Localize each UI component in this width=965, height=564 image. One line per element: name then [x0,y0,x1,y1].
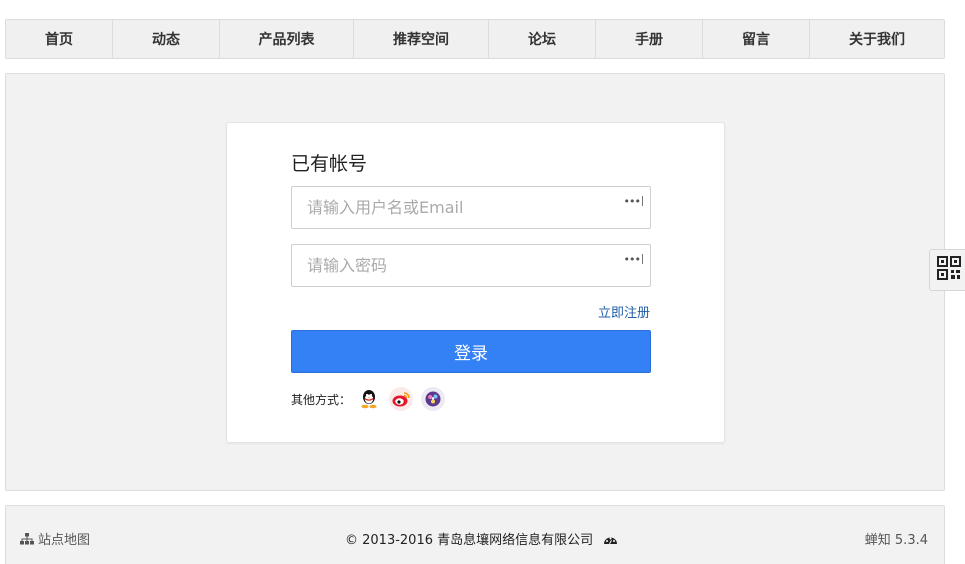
username-field: ••• [291,186,651,229]
password-manager-icon[interactable]: ••• [624,254,643,266]
nav-item-recommended[interactable]: 推荐空间 [354,20,489,58]
footer: 站点地图 © 2013-2016 青岛息壤网络信息有限公司 蝉知 5.3.4 [5,505,945,564]
main-panel: 已有帐号 ••• ••• 立即注册 登录 其他方式： [5,73,945,491]
nav-item-message[interactable]: 留言 [703,20,810,58]
third-party-icon[interactable] [421,387,446,411]
nav-item-home[interactable]: 首页 [6,20,113,58]
nav-item-about[interactable]: 关于我们 [810,20,944,58]
nav-item-news[interactable]: 动态 [113,20,220,58]
top-nav: 首页 动态 产品列表 推荐空间 论坛 手册 留言 关于我们 [5,19,945,59]
weibo-icon[interactable] [389,387,414,411]
password-field: ••• [291,244,651,287]
login-card: 已有帐号 ••• ••• 立即注册 登录 其他方式： [226,122,725,443]
username-input[interactable] [292,187,650,228]
password-manager-icon[interactable]: ••• [624,196,643,208]
qq-icon[interactable] [357,387,381,411]
password-input[interactable] [292,245,650,286]
qrcode-tab[interactable] [929,249,965,291]
sitemap-label: 站点地图 [38,533,91,548]
copyright: © 2013-2016 青岛息壤网络信息有限公司 [345,529,618,548]
sitemap-icon [20,532,34,545]
nav-item-forum[interactable]: 论坛 [489,20,596,58]
qrcode-icon [937,256,961,284]
nav-item-manual[interactable]: 手册 [596,20,703,58]
version-label[interactable]: 蝉知 5.3.4 [865,529,928,548]
other-login-methods: 其他方式： [291,387,446,411]
sitemap-link[interactable]: 站点地图 [20,529,90,548]
login-button[interactable]: 登录 [291,330,651,373]
other-methods-label: 其他方式： [291,392,352,407]
dashboard-icon[interactable] [603,533,618,545]
copyright-text: © 2013-2016 青岛息壤网络信息有限公司 [345,533,594,548]
nav-item-products[interactable]: 产品列表 [220,20,354,58]
login-title: 已有帐号 [291,153,368,175]
register-link[interactable]: 立即注册 [598,302,650,321]
